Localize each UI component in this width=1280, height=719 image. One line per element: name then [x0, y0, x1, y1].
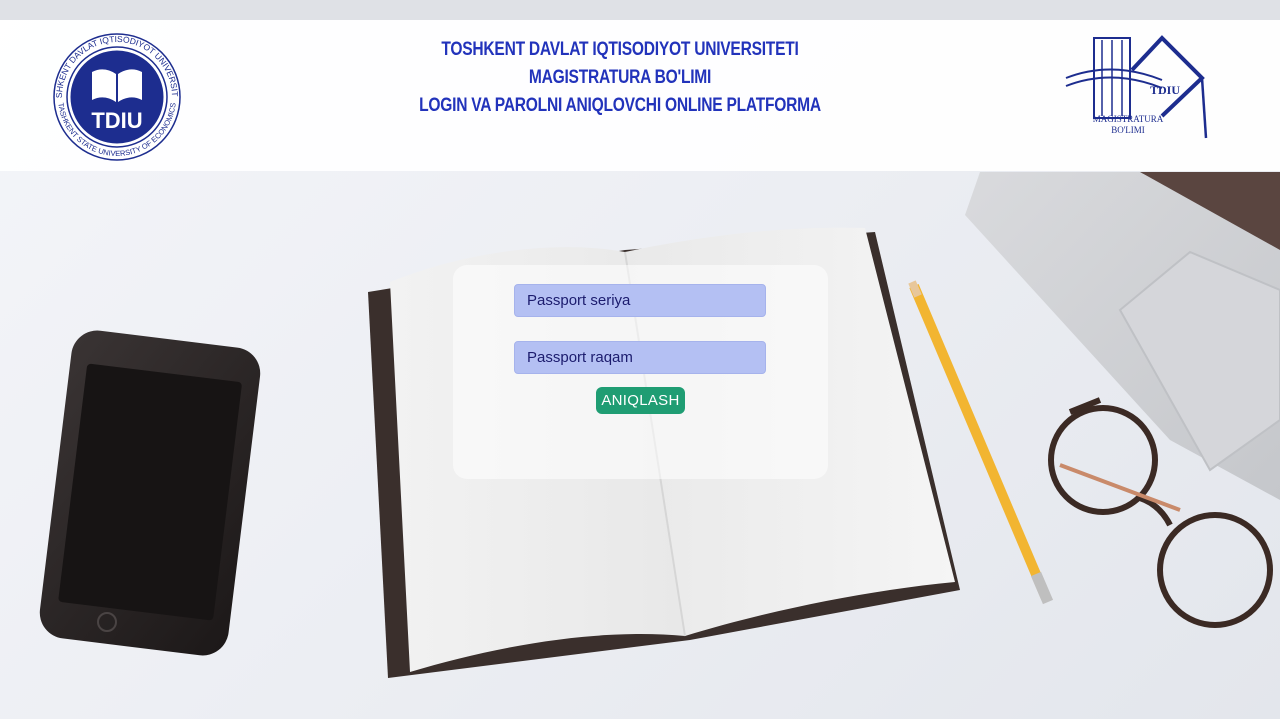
- header-title-line-2: MAGISTRATURA BO'LIMI: [528, 67, 712, 88]
- header-title: TOSHKENT DAVLAT IQTISODIYOT UNIVERSITETI…: [360, 36, 880, 120]
- logo-right-abbr: TDIU: [1150, 83, 1180, 97]
- aniqlash-button[interactable]: ANIQLASH: [596, 387, 685, 414]
- laptop-illustration: [965, 172, 1280, 500]
- top-strip: [0, 0, 1280, 20]
- tassel-icon: [1200, 77, 1208, 139]
- passport-seriya-input[interactable]: [514, 284, 766, 317]
- logo-right-line-1: MAGISTRATURA: [1093, 114, 1164, 124]
- logo-left-abbr: TDIU: [91, 108, 142, 133]
- header-title-line-3: LOGIN VA PAROLNI ANIQLOVCHI ONLINE PLATF…: [419, 95, 821, 116]
- passport-raqam-input[interactable]: [514, 341, 766, 374]
- logo-right-line-2: BO'LIMI: [1111, 125, 1145, 135]
- magistratura-logo: TDIU MAGISTRATURA BO'LIMI: [1065, 35, 1208, 139]
- header-title-line-1: TOSHKENT DAVLAT IQTISODIYOT UNIVERSITETI: [441, 39, 799, 60]
- tdiu-university-logo: TOSHKENT DAVLAT IQTISODIYOT UNIVERSITETI…: [44, 24, 181, 161]
- phone-illustration: [39, 330, 261, 656]
